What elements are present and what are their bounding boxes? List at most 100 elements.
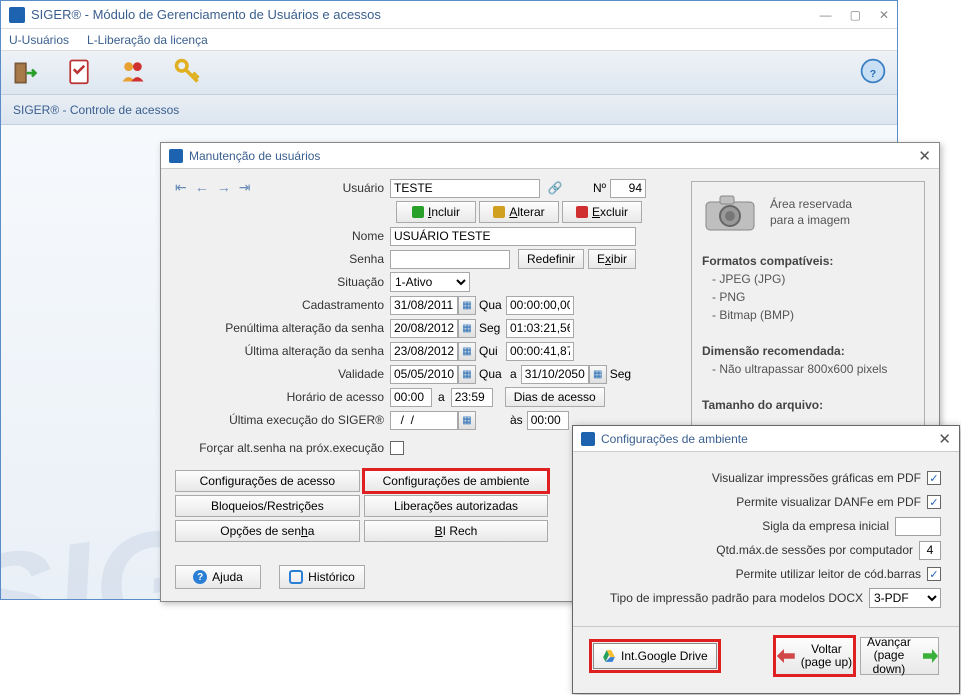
menu-usuarios[interactable]: U-Usuários	[9, 33, 69, 47]
calendar-icon[interactable]: ▦	[458, 365, 476, 384]
input-cad-date[interactable]	[390, 296, 458, 315]
calendar-icon[interactable]: ▦	[458, 296, 476, 315]
ult-dow: Qui	[476, 344, 506, 358]
calendar-icon[interactable]: ▦	[458, 319, 476, 338]
close-button[interactable]: ✕	[879, 8, 889, 22]
calendar-icon[interactable]: ▦	[589, 365, 607, 384]
input-sigla[interactable]	[895, 517, 941, 536]
link-icon[interactable]: 🔗	[540, 181, 570, 195]
ajuda-button[interactable]: ?Ajuda	[175, 565, 261, 589]
dimension-heading: Dimensão recomendada:	[702, 344, 845, 358]
label-a: a	[506, 367, 521, 381]
dialog-title: Manutenção de usuários	[189, 149, 918, 163]
clipboard-icon[interactable]	[65, 57, 93, 88]
menu-liberacao[interactable]: L-Liberação da licença	[87, 33, 208, 47]
key-icon[interactable]	[173, 57, 201, 88]
svg-text:?: ?	[870, 68, 876, 80]
maximize-button[interactable]: ▢	[850, 8, 861, 22]
alterar-button[interactable]: Alterar	[479, 201, 559, 223]
cfg-acesso-button[interactable]: Configurações de acesso	[175, 470, 360, 492]
minimize-button[interactable]: —	[820, 8, 832, 22]
history-icon	[289, 570, 303, 584]
input-cad-time[interactable]	[506, 296, 574, 315]
app-icon	[9, 7, 25, 23]
label-as: às	[506, 413, 527, 427]
dias-acesso-button[interactable]: Dias de acesso	[505, 387, 605, 407]
label-sigla: Sigla da empresa inicial	[762, 519, 889, 533]
users-icon[interactable]	[119, 57, 147, 88]
format-jpeg: - JPEG (JPG)	[702, 272, 785, 286]
toolbar: ?	[1, 51, 897, 95]
avancar-button[interactable]: Avançar(page down)	[860, 637, 939, 675]
input-usuario[interactable]	[390, 179, 540, 198]
arrow-left-icon	[777, 649, 795, 663]
val-from-dow: Qua	[476, 367, 506, 381]
format-png: - PNG	[702, 290, 745, 304]
historico-button[interactable]: Histórico	[279, 565, 365, 589]
label-penultima: Penúltima alteração da senha	[175, 321, 390, 335]
calendar-icon[interactable]: ▦	[458, 411, 476, 430]
size-heading: Tamanho do arquivo:	[702, 398, 823, 412]
redefinir-button[interactable]: Redefinir	[518, 249, 584, 269]
dimension-value: - Não ultrapassar 800x600 pixels	[702, 362, 887, 376]
voltar-button[interactable]: Voltar(page up)	[775, 637, 854, 675]
input-ult-time[interactable]	[506, 342, 574, 361]
input-senha[interactable]	[390, 250, 510, 269]
label-ultima-exec: Última execução do SIGER®	[175, 413, 390, 427]
delete-icon	[576, 206, 588, 218]
val-to-dow: Seg	[607, 367, 637, 381]
google-drive-button[interactable]: Int.Google Drive	[593, 643, 717, 669]
help-icon[interactable]: ?	[859, 57, 887, 88]
bi-rech-button[interactable]: BI RechBI Rech	[364, 520, 549, 542]
excluir-button[interactable]: Excluir	[562, 201, 642, 223]
pen-dow: Seg	[476, 321, 506, 335]
checkbox-danfe[interactable]: ✓	[927, 495, 941, 509]
liberacoes-button[interactable]: Liberações autorizadas	[364, 495, 549, 517]
exibir-button[interactable]: ExibirExibir	[588, 249, 636, 269]
incluir-button[interactable]: IIncluirncluir	[396, 201, 476, 223]
label-forcar: Forçar alt.senha na próx.execução	[175, 441, 390, 455]
env-close-button[interactable]: ✕	[938, 430, 951, 448]
label-senha: Senha	[175, 252, 390, 266]
label-no: Nº	[570, 181, 610, 195]
input-val-from[interactable]	[390, 365, 458, 384]
input-hor-to[interactable]	[451, 388, 493, 407]
opcoes-senha-button[interactable]: Opções de senhaOpções de senha	[175, 520, 360, 542]
dialog-titlebar: Manutenção de usuários ✕	[161, 143, 939, 169]
input-sessoes[interactable]	[919, 541, 941, 560]
app-title: SIGER® - Módulo de Gerenciamento de Usuá…	[31, 7, 820, 22]
input-hor-from[interactable]	[390, 388, 432, 407]
label-horario: Horário de acesso	[175, 390, 390, 404]
input-ult-date[interactable]	[390, 342, 458, 361]
input-exec-date[interactable]	[390, 411, 458, 430]
dialog-app-icon	[581, 432, 595, 446]
subheader: SIGER® - Controle de acessos	[1, 95, 897, 125]
exit-icon[interactable]	[11, 59, 39, 87]
dialog-close-button[interactable]: ✕	[918, 147, 931, 165]
input-no[interactable]	[610, 179, 646, 198]
input-pen-time[interactable]	[506, 319, 574, 338]
help-icon: ?	[193, 570, 207, 584]
select-situacao[interactable]: 1-Ativo	[390, 272, 470, 292]
label-validade: Validade	[175, 367, 390, 381]
checkbox-forcar[interactable]	[390, 441, 404, 455]
label-ultima: Última alteração da senha	[175, 344, 390, 358]
label-docx: Tipo de impressão padrão para modelos DO…	[610, 591, 863, 605]
reserved-line2: para a imagem	[770, 213, 852, 229]
checkbox-graficas[interactable]: ✓	[927, 471, 941, 485]
bloqueios-button[interactable]: Bloqueios/Restrições	[175, 495, 360, 517]
arrow-right-icon	[923, 649, 938, 663]
input-val-to[interactable]	[521, 365, 589, 384]
select-docx[interactable]: 3-PDF	[869, 588, 941, 608]
input-pen-date[interactable]	[390, 319, 458, 338]
cfg-ambiente-button[interactable]: Configurações de ambiente	[364, 470, 549, 492]
image-panel: Área reservada para a imagem Formatos co…	[691, 181, 925, 441]
camera-icon	[702, 192, 758, 234]
input-exec-time[interactable]	[527, 411, 569, 430]
checkbox-barras[interactable]: ✓	[927, 567, 941, 581]
calendar-icon[interactable]: ▦	[458, 342, 476, 361]
menubar: U-Usuários L-Liberação da licença	[1, 29, 897, 51]
label-situacao: Situação	[175, 275, 390, 289]
label-danfe: Permite visualizar DANFe em PDF	[736, 495, 921, 509]
input-nome[interactable]	[390, 227, 636, 246]
